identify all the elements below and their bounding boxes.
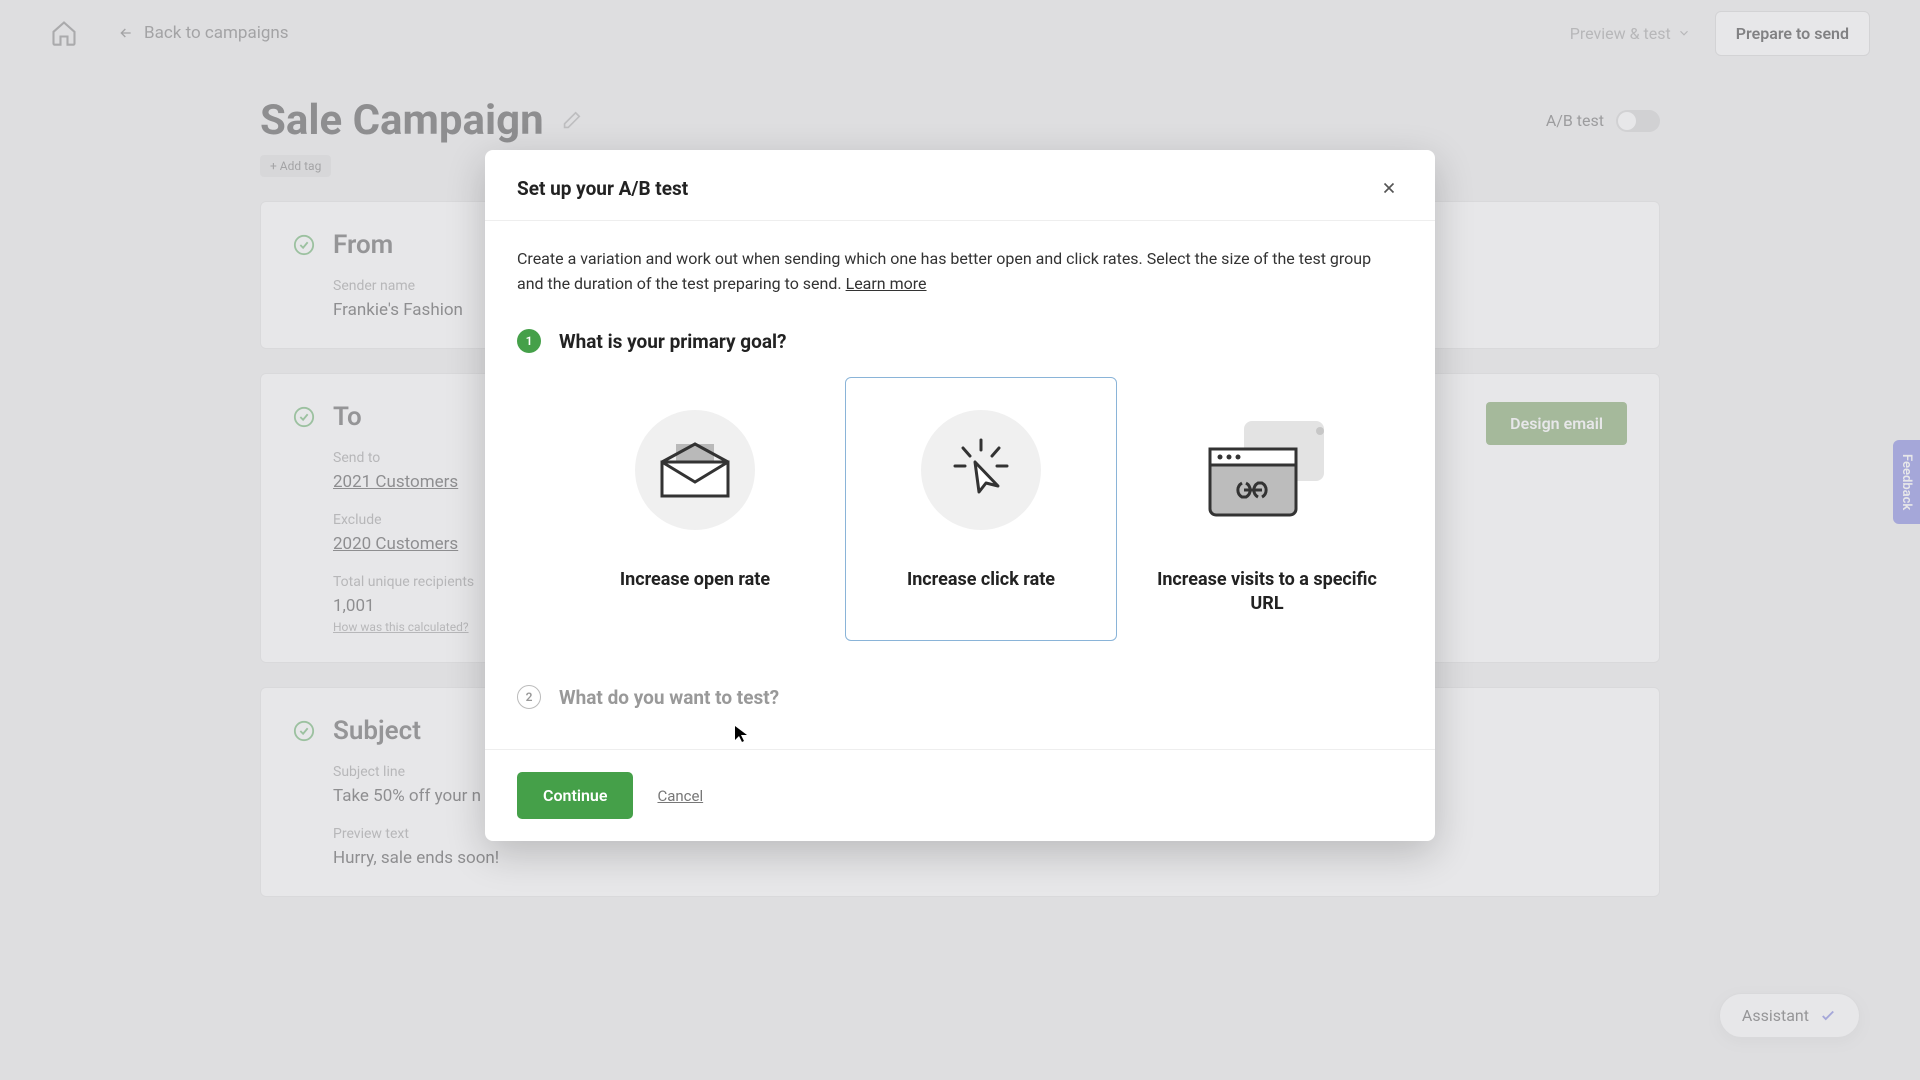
step-1: 1 What is your primary goal?	[517, 329, 1403, 353]
close-icon	[1380, 179, 1398, 197]
modal-description: Create a variation and work out when sen…	[517, 247, 1397, 297]
step-2-title: What do you want to test?	[559, 686, 779, 709]
goal-label: Increase open rate	[578, 568, 812, 592]
ab-test-modal: Set up your A/B test Create a variation …	[485, 150, 1435, 841]
continue-button[interactable]: Continue	[517, 772, 633, 819]
learn-more-link[interactable]: Learn more	[846, 274, 927, 293]
browser-link-icon	[1202, 415, 1332, 525]
envelope-icon	[635, 410, 755, 530]
goal-increase-open-rate[interactable]: Increase open rate	[559, 377, 831, 642]
goal-increase-url-visits[interactable]: Increase visits to a specific URL	[1131, 377, 1403, 642]
step-1-title: What is your primary goal?	[559, 330, 787, 353]
step-1-number: 1	[517, 329, 541, 353]
modal-title: Set up your A/B test	[517, 177, 688, 200]
close-modal-button[interactable]	[1375, 174, 1403, 202]
step-2-number: 2	[517, 685, 541, 709]
goal-label: Increase click rate	[864, 568, 1098, 592]
goal-label: Increase visits to a specific URL	[1150, 568, 1384, 617]
click-cursor-icon	[921, 410, 1041, 530]
goal-options: Increase open rate	[559, 377, 1403, 642]
step-2: 2 What do you want to test?	[517, 685, 1403, 709]
ab-test-modal-overlay: Set up your A/B test Create a variation …	[0, 0, 1920, 1080]
cancel-link[interactable]: Cancel	[657, 787, 703, 805]
goal-increase-click-rate[interactable]: Increase click rate	[845, 377, 1117, 642]
